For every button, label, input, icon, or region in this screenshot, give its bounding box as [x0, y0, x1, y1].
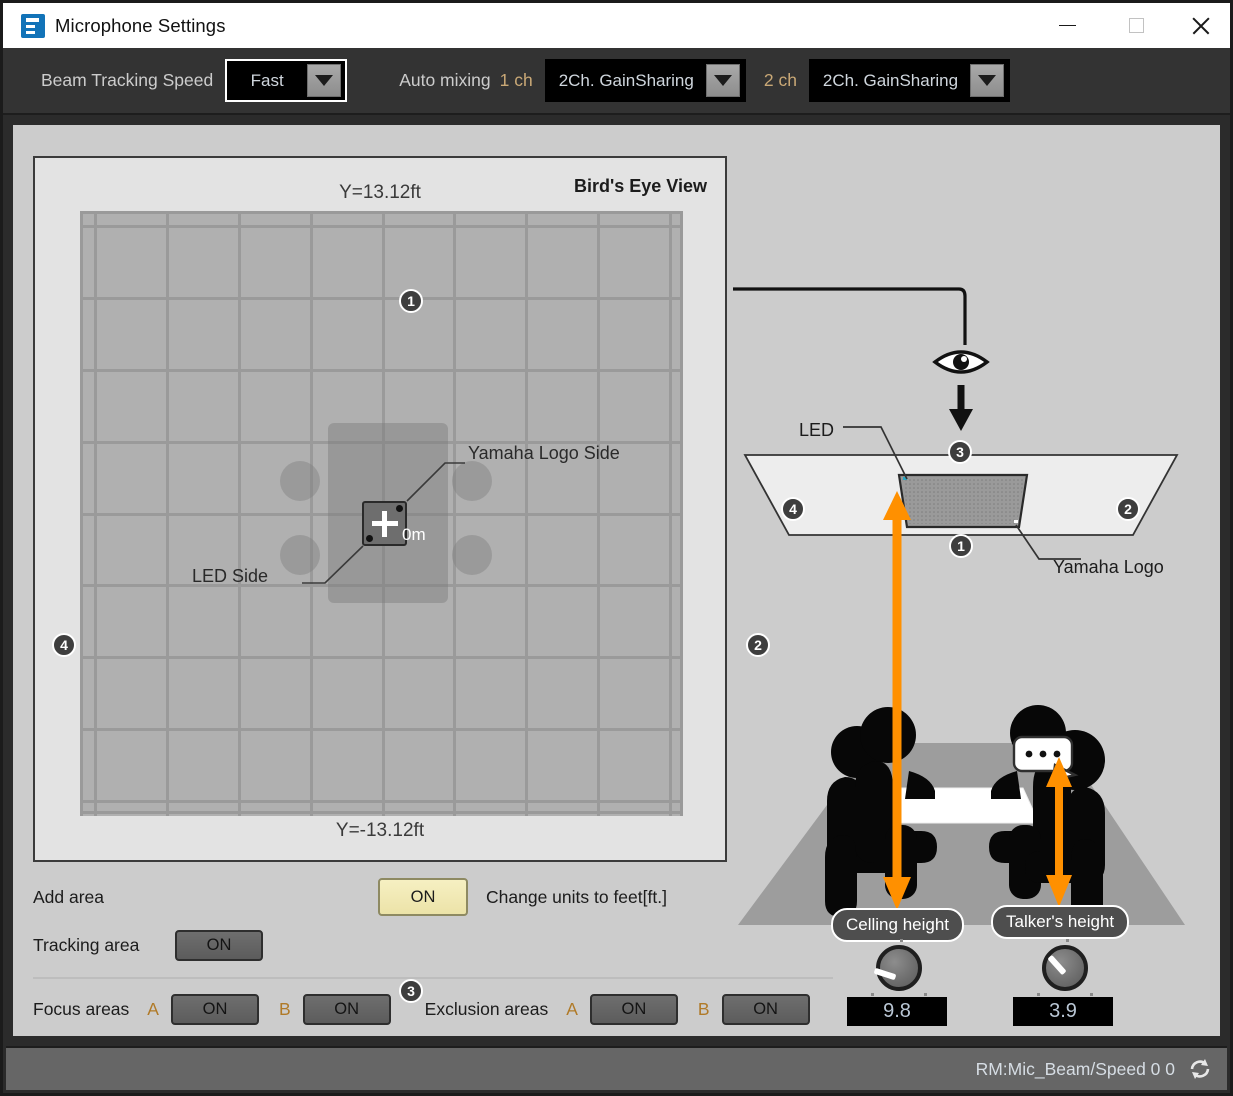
change-units-label: Change units to feet[ft.]	[486, 887, 667, 908]
section-divider	[33, 977, 833, 979]
exclusion-area-a-label: A	[566, 999, 578, 1020]
callout-yamaha-logo-side: Yamaha Logo Side	[468, 443, 620, 464]
speech-bubble-icon	[1014, 737, 1075, 780]
focus-exclusion-row: Focus areas A ON B ON Exclusion areas A …	[33, 985, 1033, 1033]
exclusion-areas-label: Exclusion areas	[425, 999, 549, 1020]
close-icon	[1191, 16, 1210, 35]
window-title: Microphone Settings	[55, 15, 226, 37]
talker-height-arrow	[1046, 757, 1072, 907]
birds-eye-view-map[interactable]: Bird's Eye View Y=13.12ft Y=-13.12ft X=-…	[33, 156, 727, 862]
focus-area-b-label: B	[279, 999, 291, 1020]
auto-mixing-ch1-select[interactable]: 2Ch. GainSharing	[545, 59, 746, 102]
auto-mixing-ch1-value: 2Ch. GainSharing	[547, 71, 706, 91]
editor-logo-icon	[21, 14, 45, 38]
focus-area-a-toggle[interactable]: ON	[171, 994, 259, 1025]
origin-label: 0m	[402, 525, 426, 545]
tracking-area-label: Tracking area	[33, 935, 175, 956]
refresh-sync-icon[interactable]	[1187, 1056, 1213, 1082]
minimize-button[interactable]	[1044, 3, 1091, 48]
eye-icon	[935, 352, 987, 372]
person-figure	[855, 707, 937, 899]
diagram-badge-3: 3	[948, 440, 972, 464]
chevron-down-icon[interactable]	[970, 64, 1004, 97]
maximize-icon	[1129, 18, 1144, 33]
map-badge-2: 2	[746, 633, 770, 657]
coverage-grid[interactable]: 0m Yamaha Logo Side LED Side	[80, 211, 683, 816]
status-bar: RM:Mic_Beam/Speed 0 0	[6, 1046, 1227, 1090]
knob-tick	[1090, 993, 1093, 996]
area-controls: Add area ON Change units to feet[ft.] Tr…	[33, 873, 1033, 1033]
talker-height-knob[interactable]	[1042, 945, 1088, 991]
diagram-label-led: LED	[799, 420, 834, 441]
focus-area-a-label: A	[147, 999, 159, 1020]
diagram-badge-2: 2	[1116, 497, 1140, 521]
microphone-settings-window: Microphone Settings Beam Tracking Speed …	[0, 0, 1233, 1096]
chevron-down-icon[interactable]	[307, 64, 341, 97]
knob-tick	[1037, 993, 1040, 996]
beam-tracking-speed-value: Fast	[227, 71, 307, 91]
exclusion-area-a-toggle[interactable]: ON	[590, 994, 678, 1025]
auto-mixing-ch2-value: 2Ch. GainSharing	[811, 71, 970, 91]
tracking-area-toggle[interactable]: ON	[175, 930, 263, 961]
focus-area-b-toggle[interactable]: ON	[303, 994, 391, 1025]
axis-label-top: Y=13.12ft	[339, 182, 421, 204]
person-figure	[1025, 730, 1105, 921]
auto-mixing-ch2-label: 2 ch	[764, 70, 797, 91]
device-orientation-diagram: LED Yamaha Logo 1 2 3 4 Celling height T…	[733, 135, 1213, 925]
diagram-label-yamaha-logo: Yamaha Logo	[1053, 557, 1164, 578]
mic-module-marker[interactable]: 0m	[362, 501, 407, 546]
map-badge-4: 4	[52, 633, 76, 657]
callout-led-side: LED Side	[192, 566, 268, 587]
beam-tracking-speed-label: Beam Tracking Speed	[41, 70, 213, 91]
person-figure	[989, 705, 1071, 899]
knob-pointer	[1047, 955, 1066, 975]
maximize-button[interactable]	[1113, 3, 1160, 48]
exclusion-area-b-toggle[interactable]: ON	[722, 994, 810, 1025]
map-badge-1: 1	[399, 289, 423, 313]
minimize-icon	[1059, 25, 1076, 27]
corner-dot	[396, 505, 403, 512]
add-area-row: Add area ON Change units to feet[ft.]	[33, 873, 1033, 921]
auto-mixing-ch1-label: 1 ch	[500, 70, 533, 91]
diagram-graphics	[733, 135, 1213, 925]
ceiling-height-arrow	[883, 491, 911, 910]
window-titlebar: Microphone Settings	[3, 3, 1230, 48]
auto-mixing-ch2-select[interactable]: 2Ch. GainSharing	[809, 59, 1010, 102]
map-badge-3: 3	[399, 979, 423, 1003]
axis-label-bottom: Y=-13.12ft	[336, 820, 424, 842]
beam-tracking-speed-select[interactable]: Fast	[225, 59, 347, 102]
chevron-down-icon[interactable]	[706, 64, 740, 97]
toolbar: Beam Tracking Speed Fast Auto mixing 1 c…	[3, 48, 1230, 115]
change-units-toggle[interactable]: ON	[378, 878, 468, 916]
diagram-badge-4: 4	[781, 497, 805, 521]
add-area-label: Add area	[33, 887, 378, 908]
birds-eye-view-title: Bird's Eye View	[574, 176, 707, 197]
status-text: RM:Mic_Beam/Speed 0 0	[976, 1059, 1175, 1080]
focus-areas-label: Focus areas	[33, 999, 129, 1020]
auto-mixing-label: Auto mixing	[399, 70, 490, 91]
exclusion-area-b-label: B	[698, 999, 710, 1020]
tracking-area-row: Tracking area ON	[33, 921, 1033, 969]
close-button[interactable]	[1177, 3, 1224, 48]
main-panel: Bird's Eye View Y=13.12ft Y=-13.12ft X=-…	[13, 125, 1220, 1036]
knob-tick	[1066, 939, 1069, 942]
corner-dot	[366, 535, 373, 542]
diagram-badge-1: 1	[949, 534, 973, 558]
